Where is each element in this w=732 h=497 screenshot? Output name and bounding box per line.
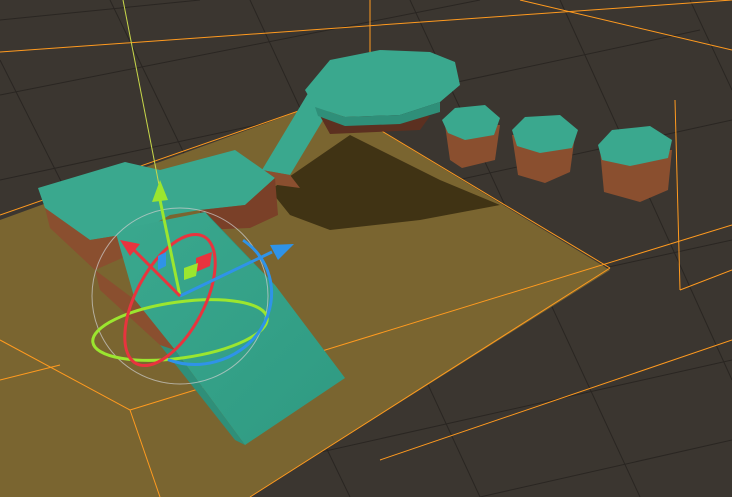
pillar-3[interactable]: [598, 126, 672, 202]
pillar-2[interactable]: [512, 115, 578, 183]
pillar-1[interactable]: [442, 105, 500, 168]
gizmo-vertical-guide: [122, 0, 161, 191]
scene-canvas[interactable]: [0, 0, 732, 497]
round-platform[interactable]: [305, 50, 460, 134]
scene-viewport[interactable]: 3D scene view: [0, 0, 732, 497]
